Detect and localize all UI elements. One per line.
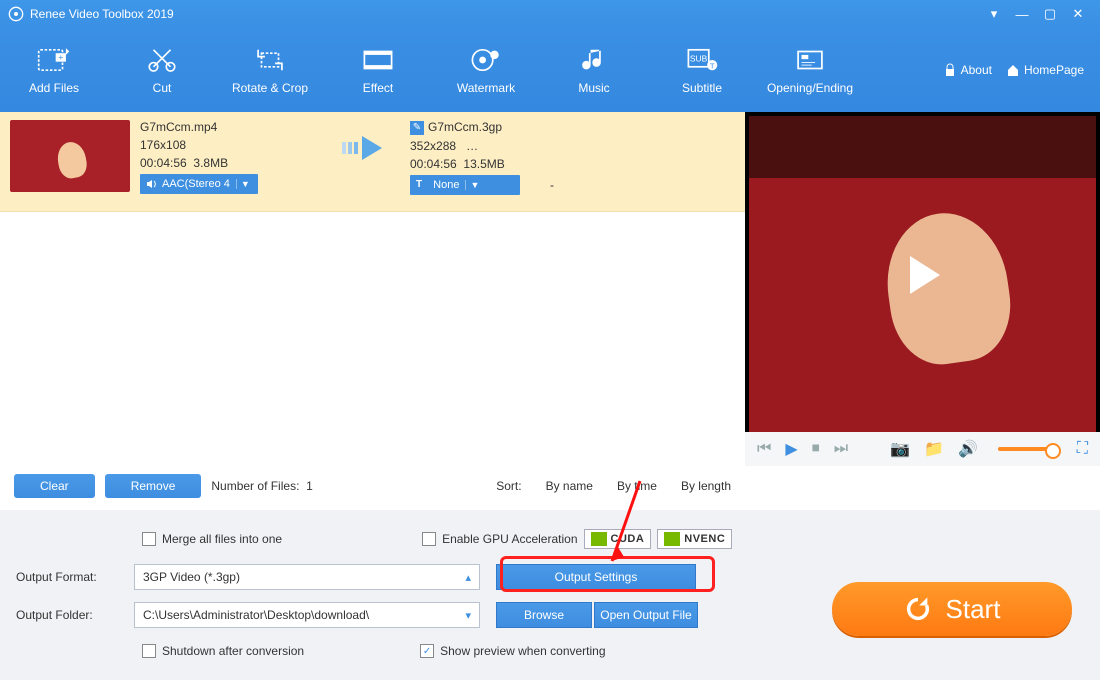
subtitle-icon: SUBT	[685, 45, 719, 75]
tool-label: Opening/Ending	[767, 81, 853, 95]
sort-by-length[interactable]: By length	[681, 479, 731, 493]
add-files-button[interactable]: + Add Files	[0, 45, 108, 95]
opening-ending-button[interactable]: Opening/Ending	[756, 45, 864, 95]
tool-label: Cut	[153, 81, 172, 95]
preview-pane[interactable]	[745, 112, 1100, 466]
sort-label: Sort:	[496, 479, 521, 493]
tool-label: Effect	[363, 81, 393, 95]
cuda-badge: CUDA	[584, 529, 652, 549]
title-bar: Renee Video Toolbox 2019 ▾ — ▢ ✕	[0, 0, 1100, 28]
effect-button[interactable]: Effect	[324, 45, 432, 95]
file-list: G7mCcm.mp4 176x108 00:04:56 3.8MB AAC(St…	[0, 112, 745, 466]
main-toolbar: + Add Files Cut Rotate & Crop Effect Wat…	[0, 28, 1100, 112]
subtitle-dropdown[interactable]: T None▼	[410, 175, 520, 195]
snapshot-button[interactable]: 📷	[890, 439, 910, 459]
rotate-crop-icon	[253, 45, 287, 75]
stop-button[interactable]: ⏹	[812, 440, 820, 458]
convert-arrow-icon	[342, 134, 398, 162]
source-thumbnail	[10, 120, 130, 192]
file-row[interactable]: G7mCcm.mp4 176x108 00:04:56 3.8MB AAC(St…	[0, 112, 745, 212]
volume-icon[interactable]: 🔊	[958, 439, 978, 459]
opening-ending-icon	[793, 45, 827, 75]
rotate-crop-button[interactable]: Rotate & Crop	[216, 45, 324, 95]
dest-dash: -	[550, 178, 554, 192]
start-button[interactable]: Start	[832, 582, 1072, 636]
dest-dimensions: 352x288 …	[410, 139, 610, 153]
edit-icon[interactable]: ✎	[410, 121, 424, 135]
preview-checkbox[interactable]: ✓	[420, 644, 434, 658]
file-count-label: Number of Files: 1	[211, 479, 312, 493]
nvenc-badge: NVENC	[657, 529, 732, 549]
add-files-icon: +	[37, 45, 71, 75]
output-settings-button[interactable]: Output Settings	[496, 564, 696, 590]
sort-by-name[interactable]: By name	[546, 479, 593, 493]
tool-label: Add Files	[29, 81, 79, 95]
svg-text:SUB: SUB	[690, 54, 708, 64]
effect-icon	[361, 45, 395, 75]
svg-text:T: T	[710, 62, 715, 71]
player-controls: ⏮ ▶ ⏹ ⏭ 📷 📁 🔊 ⛶	[745, 432, 1100, 466]
browse-button[interactable]: Browse	[496, 602, 592, 628]
dest-dur-size: 00:04:56 13.5MB	[410, 157, 610, 171]
preview-label: Show preview when converting	[440, 644, 605, 658]
svg-text:+: +	[58, 52, 63, 62]
cut-button[interactable]: Cut	[108, 45, 216, 95]
shutdown-checkbox[interactable]	[142, 644, 156, 658]
music-icon	[577, 45, 611, 75]
list-toolbar: Clear Remove Number of Files: 1 Sort: By…	[0, 466, 745, 506]
gpu-label: Enable GPU Acceleration	[442, 532, 577, 546]
speaker-icon	[146, 179, 158, 189]
homepage-link[interactable]: HomePage	[1006, 63, 1084, 77]
app-title: Renee Video Toolbox 2019	[30, 7, 174, 21]
maximize-button[interactable]: ▢	[1036, 6, 1064, 22]
clear-button[interactable]: Clear	[14, 474, 95, 498]
cut-icon	[145, 45, 179, 75]
window-dropdown-icon[interactable]: ▾	[980, 6, 1008, 22]
output-format-combo[interactable]: 3GP Video (*.3gp)▴	[134, 564, 480, 590]
music-button[interactable]: Music	[540, 45, 648, 95]
close-button[interactable]: ✕	[1064, 6, 1092, 22]
output-folder-combo[interactable]: C:\Users\Administrator\Desktop\download\…	[134, 602, 480, 628]
shutdown-label: Shutdown after conversion	[162, 644, 304, 658]
play-button[interactable]: ▶	[785, 439, 797, 459]
about-link[interactable]: About	[943, 63, 992, 77]
source-dur-size: 00:04:56 3.8MB	[140, 156, 330, 170]
prev-button[interactable]: ⏮	[757, 440, 771, 458]
volume-slider[interactable]	[998, 447, 1057, 451]
source-dimensions: 176x108	[140, 138, 330, 152]
gpu-checkbox[interactable]	[422, 532, 436, 546]
output-folder-label: Output Folder:	[14, 608, 134, 622]
next-button[interactable]: ⏭	[834, 440, 848, 458]
fullscreen-button[interactable]: ⛶	[1077, 440, 1088, 458]
chevron-down-icon: ▾	[465, 609, 471, 622]
lock-icon	[943, 63, 957, 77]
output-panel: Merge all files into one Enable GPU Acce…	[0, 510, 1100, 680]
subtitle-button[interactable]: SUBT Subtitle	[648, 45, 756, 95]
merge-checkbox[interactable]	[142, 532, 156, 546]
open-folder-button[interactable]: 📁	[924, 439, 944, 459]
tool-label: Subtitle	[682, 81, 722, 95]
source-filename: G7mCcm.mp4	[140, 120, 330, 134]
sort-by-time[interactable]: By time	[617, 479, 657, 493]
output-format-label: Output Format:	[14, 570, 134, 584]
app-logo-icon	[8, 6, 24, 22]
tool-label: Rotate & Crop	[232, 81, 308, 95]
tool-label: Music	[578, 81, 609, 95]
refresh-icon	[904, 595, 932, 623]
watermark-icon	[469, 45, 503, 75]
open-output-file-button[interactable]: Open Output File	[594, 602, 698, 628]
tool-label: Watermark	[457, 81, 515, 95]
merge-label: Merge all files into one	[162, 532, 282, 546]
dest-filename: ✎G7mCcm.3gp	[410, 120, 610, 135]
audio-codec-dropdown[interactable]: AAC(Stereo 4▼	[140, 174, 258, 194]
play-overlay-icon[interactable]	[898, 250, 948, 300]
home-icon	[1006, 63, 1020, 77]
remove-button[interactable]: Remove	[105, 474, 202, 498]
watermark-button[interactable]: Watermark	[432, 45, 540, 95]
minimize-button[interactable]: —	[1008, 7, 1036, 22]
chevron-up-icon: ▴	[465, 571, 471, 584]
